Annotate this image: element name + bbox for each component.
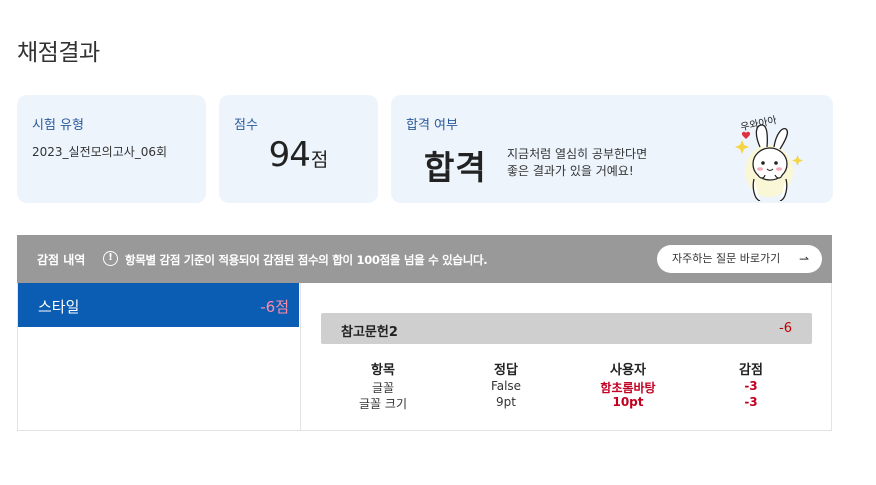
pass-message-line2: 좋은 결과가 있을 거예요! <box>507 164 634 178</box>
table-cell-answer: 9pt <box>496 395 516 409</box>
rabbit-mascot-icon: 우와아아 <box>735 114 803 201</box>
table-cell-item: 글꼴 크기 <box>359 397 407 411</box>
deduction-title: 감점 내역 <box>37 253 86 267</box>
pass-result: 합격 <box>424 148 487 187</box>
arrow-right-icon: ⇀ <box>798 252 809 266</box>
column-header-item: 항목 <box>371 363 395 378</box>
score-label: 점수 <box>234 118 258 133</box>
faq-button-label: 자주하는 질문 바로가기 <box>672 252 781 265</box>
detail-header: 참고문헌2 -6 <box>321 313 812 344</box>
deduction-body: 스타일 -6점 참고문헌2 -6 항목 정답 사용자 감점 글꼴 False 함… <box>17 283 832 431</box>
pass-label: 합격 여부 <box>406 118 458 133</box>
column-header-deduction: 감점 <box>739 363 763 378</box>
column-header-answer: 정답 <box>494 363 518 378</box>
pass-message: 지금처럼 열심히 공부한다면 좋은 결과가 있을 거예요! <box>507 146 647 180</box>
pass-card: 합격 여부 합격 지금처럼 열심히 공부한다면 좋은 결과가 있을 거예요! 우… <box>391 95 833 203</box>
detail-name: 참고문헌2 <box>341 325 398 340</box>
category-name: 스타일 <box>38 298 80 316</box>
deduction-header: 감점 내역 ! 항목별 감점 기준이 적용되어 감점된 점수의 합이 100점을… <box>17 235 832 283</box>
deduction-notice: 항목별 감점 기준이 적용되어 감점된 점수의 합이 100점을 넘을 수 있습… <box>125 253 488 267</box>
column-header-user: 사용자 <box>610 363 646 378</box>
score-value: 94 <box>268 135 311 175</box>
pass-message-line1: 지금처럼 열심히 공부한다면 <box>507 147 648 161</box>
exclamation-icon: ! <box>103 251 118 266</box>
table-cell-user: 10pt <box>612 395 644 409</box>
table-cell-deduction: -3 <box>744 395 758 409</box>
exam-type-value: 2023_실전모의고사_06회 <box>32 145 168 159</box>
table-cell-user: 함초롬바탕 <box>600 381 656 395</box>
score-card: 점수 94점 <box>219 95 378 203</box>
table-cell-item: 글꼴 <box>371 381 395 395</box>
table-cell-deduction: -3 <box>744 379 758 393</box>
score-display: 94점 <box>219 135 378 175</box>
table-cell-answer: False <box>490 379 522 393</box>
category-item-style[interactable]: 스타일 -6점 <box>18 283 299 327</box>
exam-type-card: 시험 유형 2023_실전모의고사_06회 <box>17 95 206 203</box>
category-list: 스타일 -6점 <box>18 283 301 430</box>
category-points: -6점 <box>260 298 289 316</box>
score-unit: 점 <box>310 149 329 171</box>
detail-points: -6 <box>779 321 792 336</box>
exam-type-label: 시험 유형 <box>32 118 84 133</box>
faq-button[interactable]: 자주하는 질문 바로가기 ⇀ <box>657 245 822 273</box>
page-title: 채점결과 <box>17 40 100 67</box>
